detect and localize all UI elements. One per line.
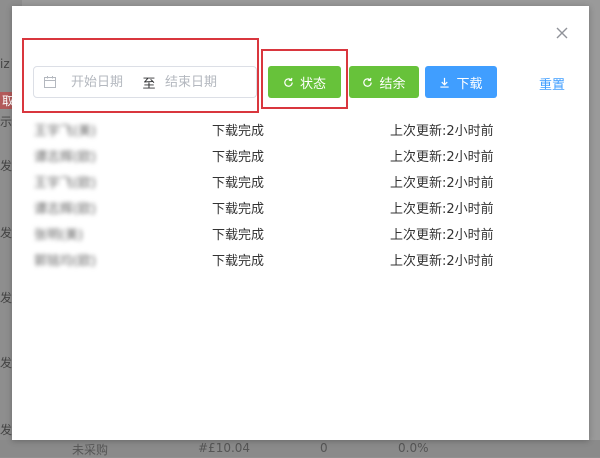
last-updated: 上次更新:2小时前 [390, 124, 494, 139]
account-name: 王宇飞(欧) [34, 176, 97, 191]
account-name: 张明(美) [34, 228, 84, 243]
background-status-cell: 未采购 [72, 443, 109, 457]
download-status-dialog: 至 状态 结余 下载 重置 王宇飞(美) 下载完成 上次更新:2小时前 谭志辉(… [12, 6, 589, 440]
status-button-label: 状态 [299, 76, 326, 92]
download-row: 王宇飞(美) 下载完成 上次更新:2小时前 [34, 116, 554, 142]
background-count-cell: 0 [320, 441, 328, 455]
settle-button[interactable]: 结余 [349, 66, 419, 98]
last-updated: 上次更新:2小时前 [390, 202, 494, 217]
last-updated: 上次更新:2小时前 [390, 254, 494, 269]
background-text-fragment: 发 [0, 226, 13, 240]
start-date-input[interactable] [71, 74, 135, 90]
download-button-label: 下载 [456, 76, 483, 92]
background-text-fragment: 示 [0, 115, 13, 129]
last-updated: 上次更新:2小时前 [390, 176, 494, 191]
download-status: 下载完成 [212, 202, 265, 217]
download-row: 谭志辉(欧) 下载完成 上次更新:2小时前 [34, 142, 554, 168]
background-text-fragment: 发 [0, 159, 13, 173]
account-name: 谭志辉(欧) [34, 202, 97, 217]
download-status: 下载完成 [212, 150, 265, 165]
last-updated: 上次更新:2小时前 [390, 150, 494, 165]
download-row: 王宇飞(欧) 下载完成 上次更新:2小时前 [34, 168, 554, 194]
account-name: 王宇飞(美) [34, 124, 97, 139]
download-button[interactable]: 下载 [425, 66, 497, 98]
download-status: 下载完成 [212, 176, 265, 191]
download-status: 下载完成 [212, 254, 265, 269]
reset-link[interactable]: 重置 [539, 74, 565, 93]
end-date-input[interactable] [165, 74, 229, 90]
account-name: 郭铭均(欧) [34, 254, 97, 269]
close-icon[interactable] [554, 25, 570, 41]
settle-button-label: 结余 [379, 76, 406, 92]
last-updated: 上次更新:2小时前 [390, 228, 494, 243]
status-button[interactable]: 状态 [268, 66, 341, 98]
download-row: 谭志辉(欧) 下载完成 上次更新:2小时前 [34, 194, 554, 220]
background-table-row: 未采购 #£10.04 0 0.0% [0, 440, 600, 457]
background-text-fragment: 发 [0, 291, 13, 305]
background-text-fragment: 发 [0, 356, 13, 370]
download-row: 郭铭均(欧) 下载完成 上次更新:2小时前 [34, 246, 554, 272]
refresh-icon [363, 77, 373, 87]
date-range-picker[interactable]: 至 [33, 66, 257, 98]
account-name: 谭志辉(欧) [34, 150, 97, 165]
background-text-fragment: 发 [0, 423, 13, 437]
date-range-separator: 至 [142, 76, 156, 92]
download-row: 张明(美) 下载完成 上次更新:2小时前 [34, 220, 554, 246]
download-icon [440, 77, 450, 88]
download-status: 下载完成 [212, 124, 265, 139]
background-price-cell: #£10.04 [198, 441, 251, 455]
download-status: 下载完成 [212, 228, 265, 243]
calendar-icon [44, 76, 56, 88]
background-text-fragment: iz [0, 57, 10, 71]
background-percent-cell: 0.0% [398, 441, 429, 455]
refresh-icon [284, 77, 293, 87]
